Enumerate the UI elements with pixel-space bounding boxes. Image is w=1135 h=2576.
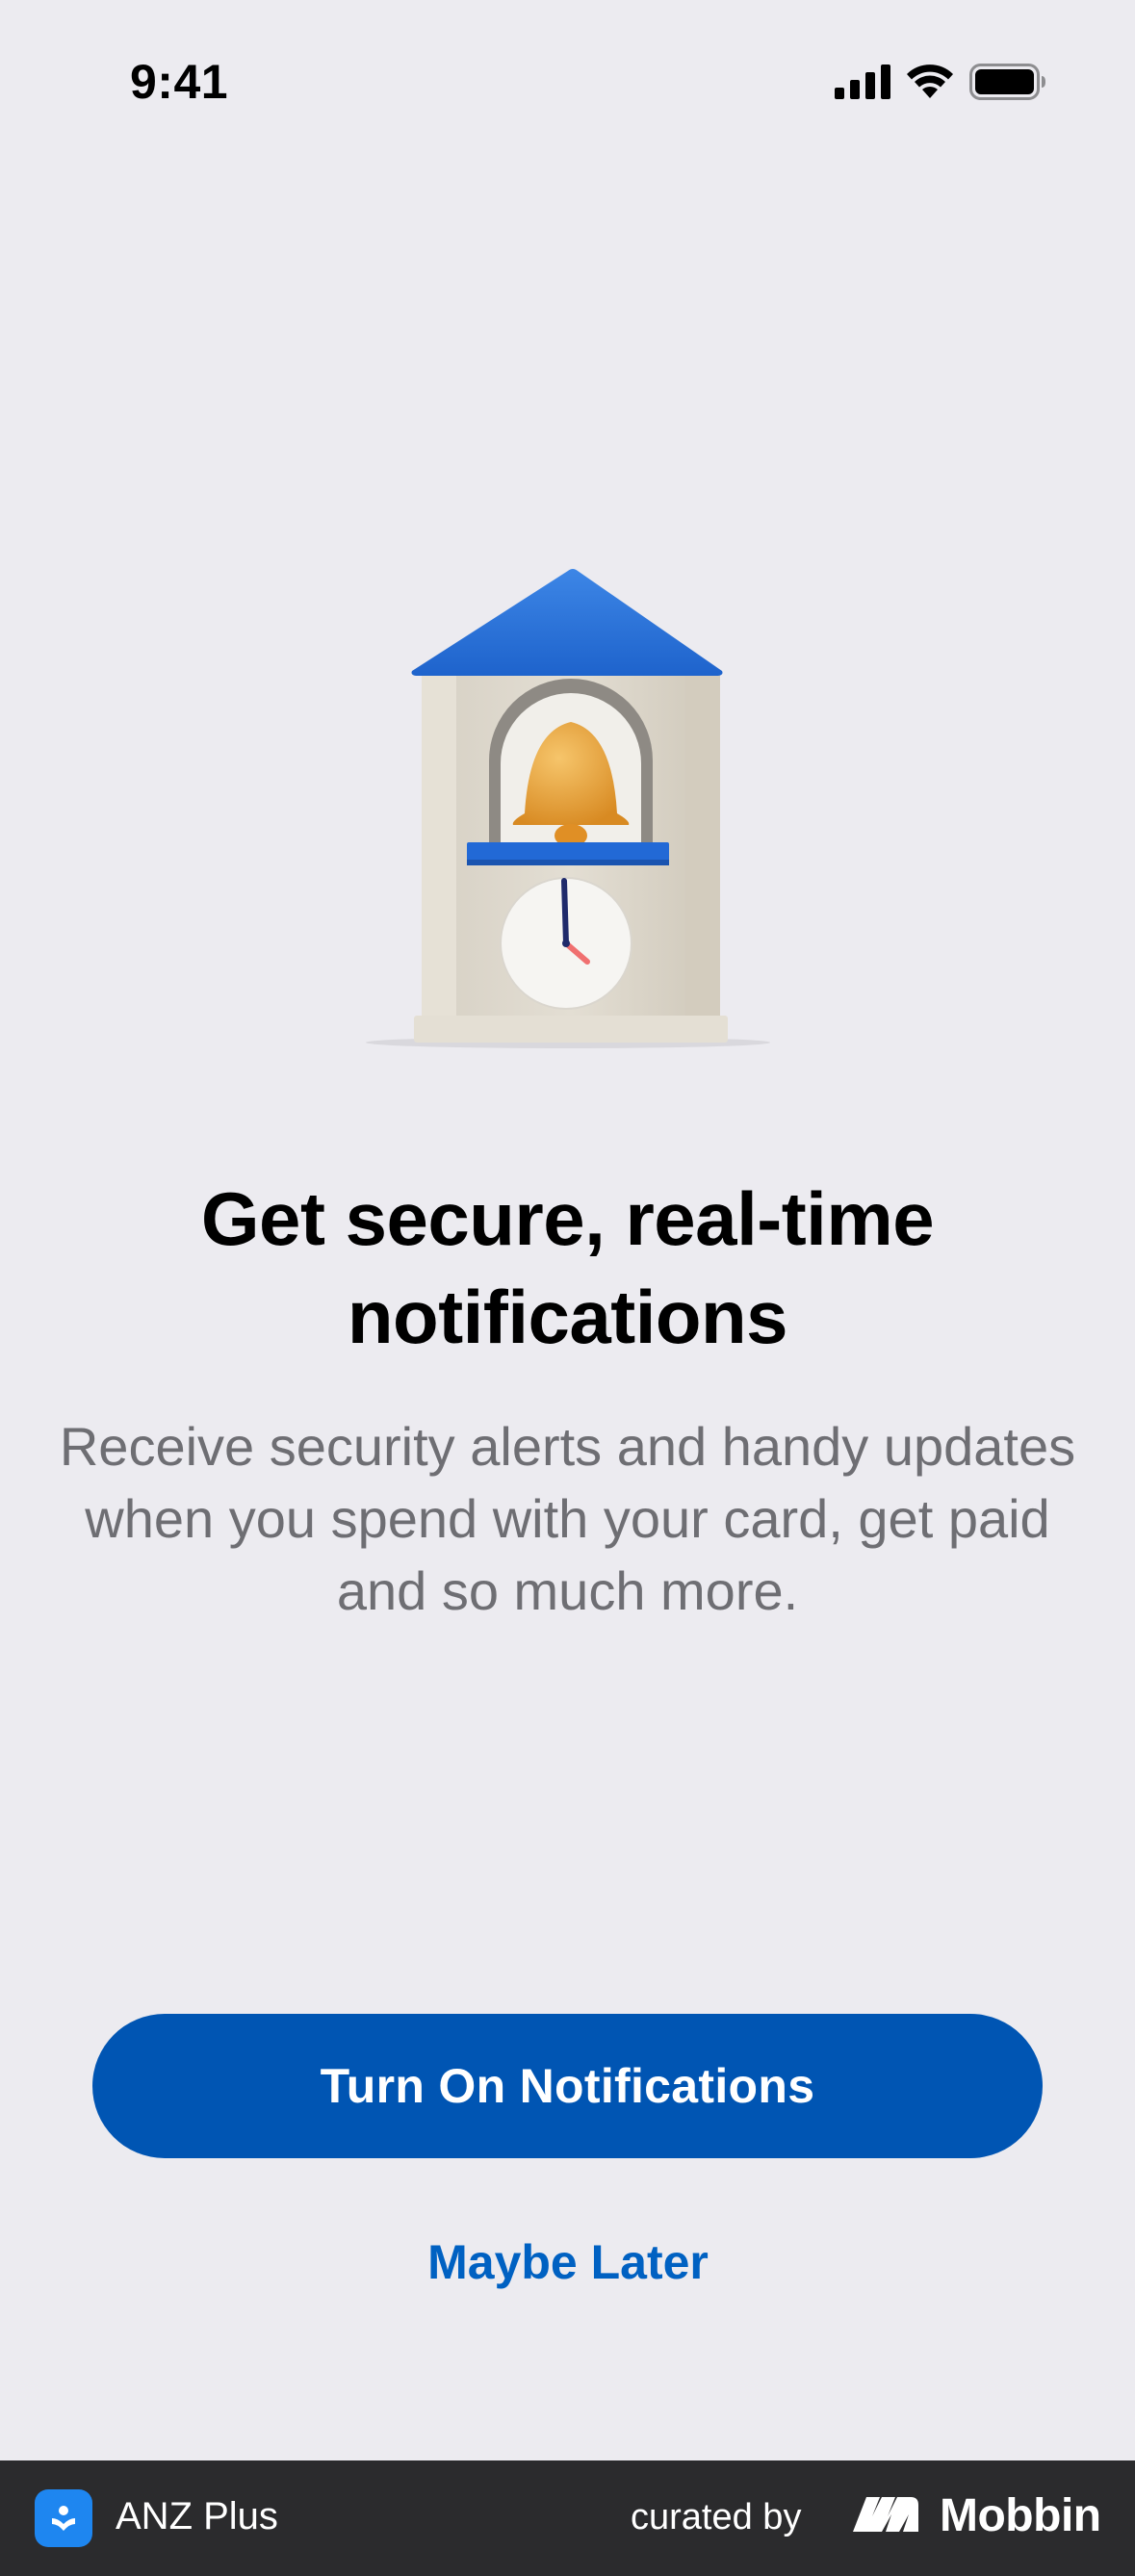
- anz-plus-logo-icon: [52, 2506, 75, 2531]
- status-icons: [835, 64, 1046, 100]
- mobbin-brand-text: Mobbin: [940, 2490, 1101, 2541]
- maybe-later-button[interactable]: Maybe Later: [327, 2224, 809, 2301]
- page-title: Get secure, real-time notifications: [200, 1176, 935, 1359]
- cellular-signal-icon: [835, 64, 890, 99]
- attribution-footer: ANZ Plus curated by Mobbin: [0, 2460, 1135, 2576]
- curated-by-label: curated by: [631, 2497, 802, 2537]
- battery-icon: [969, 64, 1045, 100]
- wifi-icon: [907, 64, 953, 98]
- app-name: ANZ Plus: [116, 2495, 278, 2537]
- bell-tower-clock-illustration: [366, 569, 770, 1048]
- turn-on-notifications-button[interactable]: Turn On Notifications: [92, 2014, 1043, 2158]
- notification-permission-screen: 9:41 Get secure, real-time notifications…: [0, 0, 1135, 2576]
- status-time: 9:41: [130, 55, 229, 109]
- anz-plus-app-icon: [35, 2489, 92, 2547]
- page-description: Receive security alerts and handy update…: [59, 1416, 1076, 1621]
- mobbin-logo-icon: [853, 2497, 918, 2532]
- status-bar: 9:41: [0, 0, 1135, 154]
